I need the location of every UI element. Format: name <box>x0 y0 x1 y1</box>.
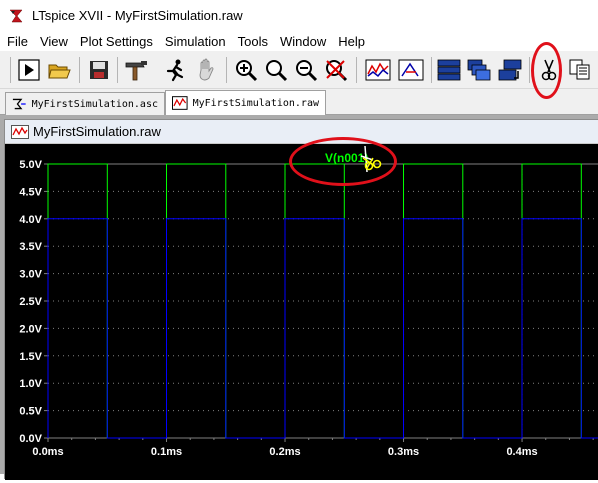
tab-schematic[interactable]: MyFirstSimulation.asc <box>5 92 165 115</box>
document-tabs: MyFirstSimulation.asc MyFirstSimulation.… <box>0 89 598 115</box>
mdi-area: MyFirstSimulation.raw 5.0V 4.5V 4.0V 3.5V 3.… <box>0 115 598 480</box>
scissors-cursor-icon <box>360 145 382 173</box>
menu-file[interactable]: File <box>0 34 34 49</box>
waveform-icon <box>11 124 29 139</box>
save-button[interactable] <box>86 57 112 83</box>
x-tick-label: 0.1ms <box>151 446 182 458</box>
waveform-icon <box>172 96 188 110</box>
toolbar-separator <box>226 57 227 83</box>
tab-label: MyFirstSimulation.raw <box>192 97 319 109</box>
run-button[interactable] <box>16 57 42 83</box>
cut-button[interactable] <box>536 57 562 83</box>
autorange-button[interactable] <box>323 57 349 83</box>
tile-vertical-button[interactable] <box>497 57 523 83</box>
hammer-icon <box>125 61 147 81</box>
halt-icon <box>166 59 184 82</box>
x-tick-label: 0.4ms <box>506 446 537 458</box>
zoom-out-icon <box>266 60 288 82</box>
cut-icon <box>541 59 557 81</box>
zoom-in-button[interactable] <box>233 57 259 83</box>
y-tick-label: 2.0V <box>19 323 42 335</box>
halt-button[interactable] <box>162 57 188 83</box>
toolbar-separator <box>356 57 357 83</box>
toolbar <box>0 51 598 89</box>
hand-button[interactable] <box>194 57 220 83</box>
plot-window: MyFirstSimulation.raw 5.0V 4.5V 4.0V 3.5V 3.… <box>4 119 598 480</box>
y-tick-label: 1.5V <box>19 351 42 363</box>
menu-simulation[interactable]: Simulation <box>159 34 232 49</box>
probe-button[interactable] <box>398 57 424 83</box>
zoom-in-icon <box>236 60 258 82</box>
menu-window[interactable]: Window <box>274 34 332 49</box>
x-tick-label: 0.2ms <box>269 446 300 458</box>
cascade-icon <box>467 59 491 81</box>
waveform-chart[interactable]: 5.0V 4.5V 4.0V 3.5V 3.0V 2.5V 2.0V 1.5V 1.0V 0.5V… <box>5 144 598 480</box>
toolbar-separator <box>10 57 11 83</box>
window-title: LTspice XVII - MyFirstSimulation.raw <box>32 8 243 23</box>
save-icon <box>90 61 108 79</box>
zoom-out-alt-icon <box>296 60 318 82</box>
y-tick-label: 0.0V <box>19 433 42 445</box>
y-tick-label: 1.0V <box>19 378 42 390</box>
title-bar: LTspice XVII - MyFirstSimulation.raw <box>0 0 598 31</box>
trace-label: V(n001) <box>325 151 368 165</box>
tile-vertical-icon <box>498 59 522 81</box>
hand-icon <box>199 58 214 81</box>
plot-window-titlebar[interactable]: MyFirstSimulation.raw <box>5 120 598 144</box>
toolbar-separator <box>79 57 80 83</box>
x-tick-label: 0.3ms <box>388 446 419 458</box>
menu-help[interactable]: Help <box>332 34 371 49</box>
schematic-icon <box>12 98 26 110</box>
hammer-button[interactable] <box>124 57 150 83</box>
toolbar-separator <box>117 57 118 83</box>
y-tick-label: 3.5V <box>19 241 42 253</box>
y-tick-label: 0.5V <box>19 406 42 418</box>
x-tick-label: 0.0ms <box>32 446 63 458</box>
tab-waveform[interactable]: MyFirstSimulation.raw <box>165 90 326 115</box>
tile-horizontal-icon <box>437 59 461 81</box>
y-tick-label: 4.5V <box>19 186 42 198</box>
menu-bar: File View Plot Settings Simulation Tools… <box>0 31 598 51</box>
menu-view[interactable]: View <box>34 34 74 49</box>
probe-icon <box>398 59 424 81</box>
y-tick-label: 5.0V <box>19 159 42 171</box>
menu-tools[interactable]: Tools <box>232 34 274 49</box>
toolbar-separator <box>431 57 432 83</box>
run-icon <box>18 59 40 81</box>
open-icon <box>48 64 71 79</box>
tab-label: MyFirstSimulation.asc <box>31 98 158 110</box>
tile-horizontal-button[interactable] <box>436 57 462 83</box>
copy-icon <box>569 59 590 80</box>
plot-button[interactable] <box>365 57 391 83</box>
cascade-button[interactable] <box>466 57 492 83</box>
zoom-out-button[interactable] <box>263 57 289 83</box>
autorange-icon <box>326 60 348 82</box>
toolbar-separator <box>529 57 530 83</box>
copy-button[interactable] <box>567 57 593 83</box>
y-tick-label: 2.5V <box>19 296 42 308</box>
plot-icon <box>365 59 391 81</box>
open-button[interactable] <box>46 57 72 83</box>
plot-window-title: MyFirstSimulation.raw <box>33 124 161 139</box>
zoom-out-alt-button[interactable] <box>293 57 319 83</box>
y-tick-label: 4.0V <box>19 214 42 226</box>
ltspice-logo-icon <box>8 7 24 24</box>
plot-canvas[interactable]: 5.0V 4.5V 4.0V 3.5V 3.0V 2.5V 2.0V 1.5V 1.0V 0.5V… <box>5 144 598 480</box>
y-tick-label: 3.0V <box>19 269 42 281</box>
menu-plot-settings[interactable]: Plot Settings <box>74 34 159 49</box>
